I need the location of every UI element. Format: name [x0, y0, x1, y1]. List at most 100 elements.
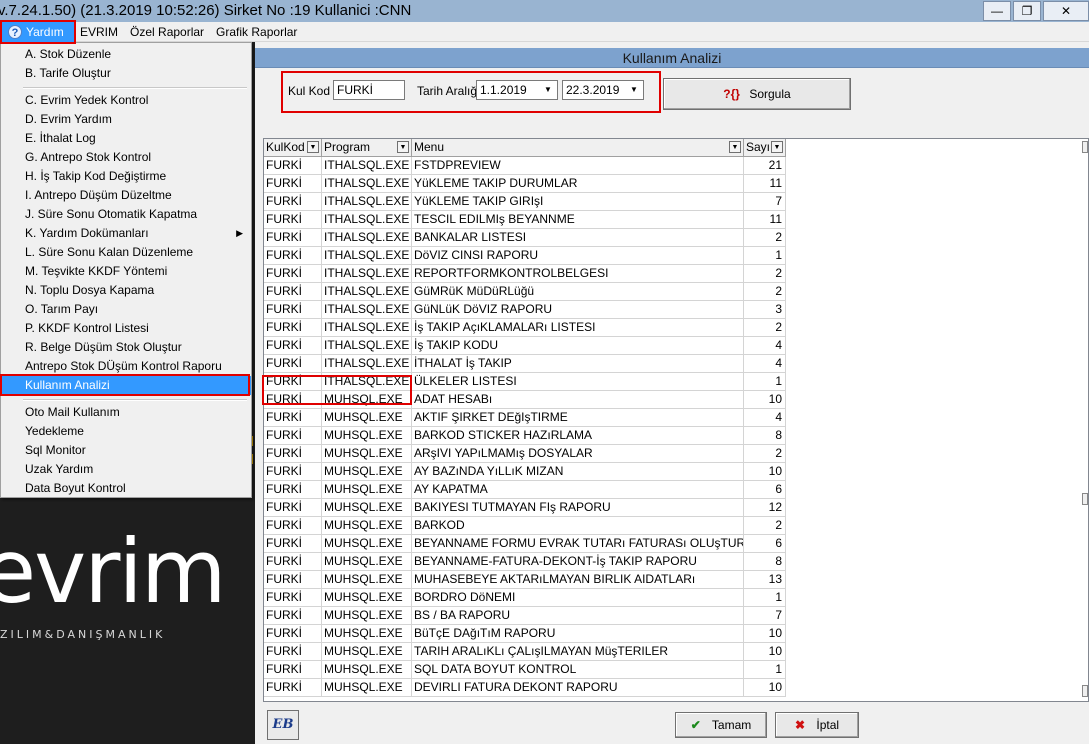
table-cell: SQL DATA BOYUT KONTROL [412, 661, 744, 679]
table-cell: MUHSQL.EXE [322, 571, 412, 589]
table-cell: ITHALSQL.EXE [322, 265, 412, 283]
menu-item-kkdf-kontrol-listesi[interactable]: P. KKDF Kontrol Listesi [1, 319, 251, 338]
table-cell: MUHSQL.EXE [322, 625, 412, 643]
menu-item-ithalat-log[interactable]: E. İthalat Log [1, 129, 251, 148]
iptal-button[interactable]: ✖ İptal [775, 712, 859, 738]
table-cell: BARKOD [412, 517, 744, 535]
minimize-button[interactable]: — [983, 1, 1011, 21]
table-row[interactable]: FURKİ MUHSQL.EXE AY BAZıNDA YıLLıK MIZAN 10 [264, 463, 786, 481]
table-cell: YüKLEME TAKIP DURUMLAR [412, 175, 744, 193]
table-row[interactable]: FURKİ MUHSQL.EXE BEYANNAME-FATURA-DEKONT-İ… [264, 553, 786, 571]
menu-item-sure-sonu-kalan-duzenleme[interactable]: L. Süre Sonu Kalan Düzenleme [1, 243, 251, 262]
menu-item-antrepo-stok-dusum-kontrol-raporu[interactable]: Antrepo Stok DÜşüm Kontrol Raporu [1, 357, 251, 376]
table-row[interactable]: FURKİ MUHSQL.EXE BARKOD 2 [264, 517, 786, 535]
menu-item-data-boyut-kontrol[interactable]: Data Boyut Kontrol [1, 479, 251, 498]
table-row[interactable]: FURKİ MUHSQL.EXE TARIH ARALıKLı ÇALışILMAY… [264, 643, 786, 661]
table-row[interactable]: FURKİ MUHSQL.EXE ADAT HESABı 10 [264, 391, 786, 409]
table-row[interactable]: FURKİ MUHSQL.EXE BORDRO DöNEMI 1 [264, 589, 786, 607]
table-cell: 6 [744, 535, 786, 553]
eb-logo-button[interactable]: EB [267, 710, 299, 740]
grid-body: FURKİ ITHALSQL.EXE FSTDPREVIEW 21 FURKİ ITHAL… [264, 157, 786, 697]
menu-item-sure-sonu-otomatik-kapatma[interactable]: J. Süre Sonu Otomatik Kapatma [1, 205, 251, 224]
table-row[interactable]: FURKİ MUHSQL.EXE SQL DATA BOYUT KONTROL 1 [264, 661, 786, 679]
menu-item-evrim-yedek-kontrol[interactable]: C. Evrim Yedek Kontrol [1, 91, 251, 110]
table-row[interactable]: FURKİ MUHSQL.EXE ARşIVI YAPıLMAMış DOSYALA… [264, 445, 786, 463]
menu-item-kullanim-analizi[interactable]: Kullanım Analizi [1, 376, 251, 395]
menu-item-yedekleme[interactable]: Yedekleme [1, 422, 251, 441]
table-row[interactable]: FURKİ ITHALSQL.EXE ÜLKELER LISTESI 1 [264, 373, 786, 391]
table-cell: FURKİ [264, 301, 322, 319]
tamam-button[interactable]: ✔ Tamam [675, 712, 767, 738]
menu-item-is-takip-kod-degistirme[interactable]: H. İş Takip Kod Değiştirme [1, 167, 251, 186]
sorgula-button[interactable]: ?{} Sorgula [663, 78, 851, 110]
maximize-button[interactable]: ❐ [1013, 1, 1041, 21]
menu-item-belge-dusum-stok-olustur[interactable]: R. Belge Düşüm Stok Oluştur [1, 338, 251, 357]
table-row[interactable]: FURKİ MUHSQL.EXE DEVIRLI FATURA DEKONT RAP… [264, 679, 786, 697]
table-cell: ITHALSQL.EXE [322, 337, 412, 355]
menu-item-stok-duzenle[interactable]: A. Stok Düzenle [1, 45, 251, 64]
table-cell: FURKİ [264, 373, 322, 391]
table-row[interactable]: FURKİ ITHALSQL.EXE İTHALAT İş TAKIP 4 [264, 355, 786, 373]
table-row[interactable]: FURKİ MUHSQL.EXE BEYANNAME FORMU EVRAK TUT… [264, 535, 786, 553]
table-row[interactable]: FURKİ ITHALSQL.EXE BANKALAR LISTESI 2 [264, 229, 786, 247]
table-cell: ITHALSQL.EXE [322, 229, 412, 247]
menu-grafik-raporlar[interactable]: Grafik Raporlar [210, 22, 303, 42]
table-row[interactable]: FURKİ ITHALSQL.EXE GüMRüK MüDüRLüğü 2 [264, 283, 786, 301]
table-row[interactable]: FURKİ ITHALSQL.EXE YüKLEME TAKIP GIRIşI 7 [264, 193, 786, 211]
column-header-kulkod[interactable]: KulKod ▼ [264, 139, 322, 157]
scroll-thumb-icon[interactable] [1082, 493, 1088, 505]
menu-item-tarife-olustur[interactable]: B. Tarife Oluştur [1, 64, 251, 83]
dropdown-arrow-icon[interactable]: ▼ [541, 83, 555, 97]
menu-item-tesvikte-kkdf-yontemi[interactable]: M. Teşvikte KKDF Yöntemi [1, 262, 251, 281]
menu-item-uzak-yardim[interactable]: Uzak Yardım [1, 460, 251, 479]
filter-dropdown-icon[interactable]: ▼ [771, 141, 783, 153]
table-row[interactable]: FURKİ MUHSQL.EXE BARKOD STICKER HAZıRLAMA 8 [264, 427, 786, 445]
filter-dropdown-icon[interactable]: ▼ [729, 141, 741, 153]
kulkod-input[interactable]: FURKİ [333, 80, 405, 100]
column-header-program[interactable]: Program ▼ [322, 139, 412, 157]
menu-item-antrepo-dusum-duzeltme[interactable]: I. Antrepo Düşüm Düzeltme [1, 186, 251, 205]
table-row[interactable]: FURKİ MUHSQL.EXE AY KAPATMA 6 [264, 481, 786, 499]
menu-item-sql-monitor[interactable]: Sql Monitor [1, 441, 251, 460]
table-row[interactable]: FURKİ ITHALSQL.EXE REPORTFORMKONTROLBELGES… [264, 265, 786, 283]
menu-item-evrim-yardim[interactable]: D. Evrim Yardım [1, 110, 251, 129]
close-button[interactable]: ✕ [1043, 1, 1089, 21]
table-cell: FURKİ [264, 517, 322, 535]
table-row[interactable]: FURKİ ITHALSQL.EXE FSTDPREVIEW 21 [264, 157, 786, 175]
table-row[interactable]: FURKİ ITHALSQL.EXE İş TAKIP AçıKLAMALARı L… [264, 319, 786, 337]
column-header-menu[interactable]: Menu ▼ [412, 139, 744, 157]
table-row[interactable]: FURKİ ITHALSQL.EXE DöVIZ CINSI RAPORU 1 [264, 247, 786, 265]
table-cell: 2 [744, 229, 786, 247]
filter-dropdown-icon[interactable]: ▼ [397, 141, 409, 153]
table-row[interactable]: FURKİ ITHALSQL.EXE YüKLEME TAKIP DURUMLAR 1… [264, 175, 786, 193]
kullanim-analizi-window: Kullanım Analizi Kul Kod FURKİ Tarih Ara… [255, 42, 1089, 744]
table-row[interactable]: FURKİ ITHALSQL.EXE GüNLüK DöVIZ RAPORU 3 [264, 301, 786, 319]
table-row[interactable]: FURKİ ITHALSQL.EXE İş TAKIP KODU 4 [264, 337, 786, 355]
menu-ozel-raporlar[interactable]: Özel Raporlar [124, 22, 210, 42]
table-row[interactable]: FURKİ ITHALSQL.EXE TESCIL EDILMIş BEYANNME… [264, 211, 786, 229]
scroll-down-icon[interactable] [1082, 685, 1088, 697]
menu-item-oto-mail-kullanim[interactable]: Oto Mail Kullanım [1, 403, 251, 422]
date-from-combo[interactable]: 1.1.2019 ▼ [476, 80, 558, 100]
menu-item-toplu-dosya-kapama[interactable]: N. Toplu Dosya Kapama [1, 281, 251, 300]
table-row[interactable]: FURKİ MUHSQL.EXE BüTçE DAğıTıM RAPORU 10 [264, 625, 786, 643]
table-row[interactable]: FURKİ MUHSQL.EXE BAKIYESI TUTMAYAN FIş RAP… [264, 499, 786, 517]
table-row[interactable]: FURKİ MUHSQL.EXE MUHASEBEYE AKTARıLMAYAN B… [264, 571, 786, 589]
menu-item-tarim-payi[interactable]: O. Tarım Payı [1, 300, 251, 319]
date-to-combo[interactable]: 22.3.2019 ▼ [562, 80, 644, 100]
menu-evrim[interactable]: EVRIM [74, 22, 124, 42]
query-icon: ?{} [723, 87, 740, 101]
table-row[interactable]: FURKİ MUHSQL.EXE BS / BA RAPORU 7 [264, 607, 786, 625]
table-row[interactable]: FURKİ MUHSQL.EXE AKTIF ŞIRKET DEğIşTIRME 4 [264, 409, 786, 427]
tamam-label: Tamam [711, 718, 752, 732]
usage-grid[interactable]: KulKod ▼ Program ▼ Menu ▼ Sayı ▼ FURKİ IT… [263, 138, 1089, 702]
menu-item-yardim-dokumanlari[interactable]: K. Yardım Dokümanları ▶ [1, 224, 251, 243]
column-header-sayi[interactable]: Sayı ▼ [744, 139, 786, 157]
table-cell: ITHALSQL.EXE [322, 247, 412, 265]
filter-dropdown-icon[interactable]: ▼ [307, 141, 319, 153]
table-cell: ITHALSQL.EXE [322, 355, 412, 373]
scroll-up-icon[interactable] [1082, 141, 1088, 153]
menu-item-antrepo-stok-kontrol[interactable]: G. Antrepo Stok Kontrol [1, 148, 251, 167]
dropdown-arrow-icon[interactable]: ▼ [627, 83, 641, 97]
menu-yardim[interactable]: ? Yardım [2, 21, 74, 42]
